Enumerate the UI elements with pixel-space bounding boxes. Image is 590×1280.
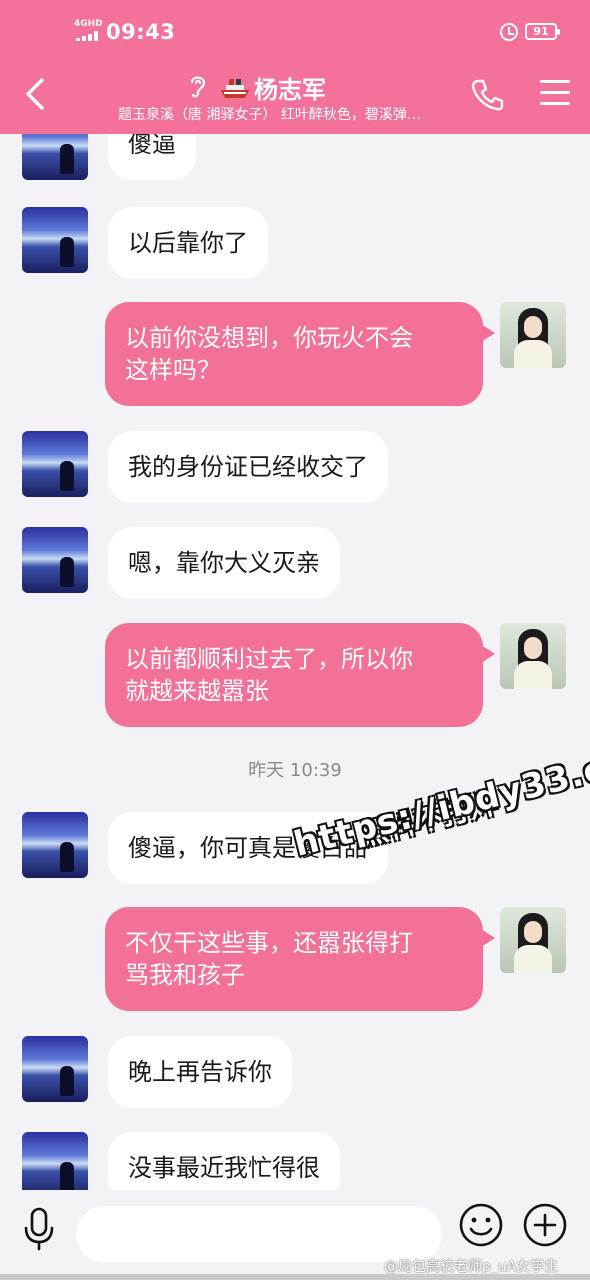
message-bubble[interactable]: 我的身份证已经收交了	[108, 431, 388, 503]
home-indicator	[0, 1274, 590, 1280]
status-bar: 4GHD 09:43 91	[0, 0, 590, 62]
message-line: 骂我和孩子	[125, 961, 245, 989]
message-bubble[interactable]: 以后靠你了	[108, 207, 268, 279]
my-avatar[interactable]	[500, 623, 566, 689]
message-bubble[interactable]: 以前你没想到，你玩火不会 这样吗？	[105, 302, 495, 406]
message-bubble[interactable]: 不仅干这些事，还嚣张得打 骂我和孩子	[105, 907, 495, 1011]
phone-icon[interactable]	[470, 78, 504, 112]
message-bubble[interactable]: 以前都顺利过去了，所以你 就越来越嚣张	[105, 623, 495, 727]
alarm-icon	[500, 23, 518, 41]
my-avatar[interactable]	[500, 907, 566, 973]
contact-signature: 题玉泉溪（唐 湘驿女子） 红叶醉秋色，碧溪弹…	[118, 107, 421, 123]
contact-avatar[interactable]	[22, 1036, 88, 1102]
network-type: 4GHD	[74, 19, 103, 29]
message-line: 不仅干这些事，还嚣张得打	[125, 929, 413, 957]
contact-avatar[interactable]	[22, 207, 88, 273]
emoji-icon[interactable]	[458, 1202, 504, 1248]
message-input[interactable]	[76, 1206, 442, 1262]
ear-icon	[190, 76, 206, 98]
message-bubble[interactable]: 晚上再告诉你	[108, 1036, 292, 1108]
message-line: 这样吗？	[125, 356, 221, 384]
microphone-icon[interactable]	[22, 1206, 56, 1252]
signal-icon	[76, 31, 100, 41]
my-avatar[interactable]	[500, 302, 566, 368]
contact-name: 杨志军	[254, 76, 326, 104]
menu-icon[interactable]	[540, 80, 570, 106]
contact-avatar[interactable]	[22, 812, 88, 878]
ship-icon	[221, 78, 249, 98]
contact-avatar[interactable]	[22, 134, 88, 180]
chat-title[interactable]: 杨志军	[220, 70, 326, 105]
message-bubble[interactable]: 傻逼	[108, 134, 196, 180]
contact-avatar[interactable]	[22, 431, 88, 497]
top-header: 4GHD 09:43 91 杨志军 题玉泉溪（唐 湘驿女子） 红叶醉秋色，碧溪弹…	[0, 0, 590, 134]
message-line: 以前你没想到，你玩火不会	[125, 324, 413, 352]
message-line: 以前都顺利过去了，所以你	[125, 645, 413, 673]
source-credit: @局包高校老师p_uA女学生	[384, 1259, 559, 1275]
message-line: 就越来越嚣张	[125, 677, 269, 705]
back-icon[interactable]	[22, 76, 52, 112]
plus-icon[interactable]	[522, 1202, 568, 1248]
status-time: 09:43	[106, 20, 176, 44]
contact-avatar[interactable]	[22, 1132, 88, 1190]
contact-avatar[interactable]	[22, 527, 88, 593]
battery-indicator: 91	[525, 23, 560, 40]
message-bubble[interactable]: 没事最近我忙得很	[108, 1132, 340, 1190]
message-bubble[interactable]: 嗯，靠你大义灭亲	[108, 527, 340, 599]
message-list[interactable]: 傻逼 以后靠你了 以前你没想到，你玩火不会 这样吗？ 我的身份证已经收交了 嗯，…	[0, 134, 590, 1190]
